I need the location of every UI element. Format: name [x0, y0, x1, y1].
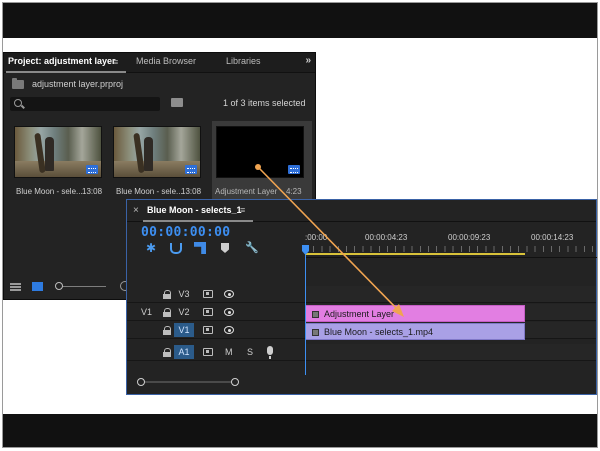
solo-button[interactable]: S: [247, 347, 253, 357]
list-view-icon[interactable]: [10, 283, 21, 291]
sequence-tab-title[interactable]: Blue Moon - selects_1: [147, 205, 242, 215]
sync-lock-icon[interactable]: [203, 290, 213, 298]
scroll-handle-left[interactable]: [137, 378, 145, 386]
ruler-ticks: [305, 246, 597, 252]
fx-badge-icon: [312, 329, 319, 336]
clip-label: Blue Moon - selects_1.mp4: [324, 327, 434, 337]
tab-libraries[interactable]: Libraries: [226, 56, 261, 66]
adjustment-layer-thumbnail[interactable]: [216, 126, 304, 178]
tab-project[interactable]: Project: adjustment layer: [8, 56, 116, 66]
new-bin-icon[interactable]: [171, 98, 183, 107]
video-badge-icon: [185, 165, 197, 174]
snap-icon[interactable]: [169, 242, 182, 254]
track-target-v1[interactable]: V1: [174, 323, 194, 337]
top-letterbox-bar: [2, 2, 598, 38]
ruler-label: 00:00:14:23: [531, 233, 574, 242]
ruler-label: 00:00:09:23: [448, 233, 491, 242]
tab-media-browser[interactable]: Media Browser: [136, 56, 196, 66]
adjustment-layer-clip[interactable]: Adjustment Layer: [305, 305, 525, 322]
close-icon[interactable]: ×: [133, 205, 139, 216]
project-tab-bar: Project: adjustment layer ≡ Media Browse…: [4, 53, 315, 73]
track-target-v2[interactable]: V2: [174, 305, 194, 319]
lock-icon[interactable]: [163, 326, 171, 335]
nest-sequence-icon[interactable]: ✱: [145, 242, 157, 254]
search-input[interactable]: [10, 97, 160, 111]
playhead-timecode[interactable]: 00:00:00:00: [141, 225, 230, 240]
lock-icon[interactable]: [163, 290, 171, 299]
item-duration: 13:08: [82, 187, 103, 196]
scroll-track: [141, 381, 237, 383]
eye-icon[interactable]: [224, 308, 234, 316]
fx-badge-icon: [312, 311, 319, 318]
sync-lock-icon[interactable]: [203, 308, 213, 316]
item-name: Blue Moon - sele...: [16, 187, 83, 196]
source-patch[interactable]: V1: [141, 307, 152, 317]
playhead-line: [305, 255, 306, 375]
items-selected-count: 1 of 3 items selected: [223, 98, 306, 108]
eye-icon[interactable]: [224, 290, 234, 298]
video-clip[interactable]: Blue Moon - selects_1.mp4: [305, 323, 525, 340]
search-icon: [14, 99, 22, 107]
timeline-panel: × Blue Moon - selects_1 ≡ 00:00:00:00 ✱ …: [126, 199, 597, 395]
project-file-name: adjustment layer.prproj: [32, 79, 124, 89]
video-badge-icon: [86, 165, 98, 174]
ruler-label: :00:00: [305, 233, 328, 242]
item-duration: 4:23: [286, 187, 302, 196]
active-tab-indicator: [6, 71, 126, 73]
track-a1: A1 M S: [127, 344, 596, 361]
panel-menu-icon[interactable]: ≡: [240, 205, 245, 215]
timeline-scrollbar[interactable]: [137, 378, 239, 386]
ruler-label: 00:00:04:23: [365, 233, 408, 242]
clip-thumbnail[interactable]: [113, 126, 201, 178]
more-panels-icon[interactable]: »: [305, 55, 311, 66]
track-target-v3[interactable]: V3: [174, 287, 194, 301]
eye-icon[interactable]: [224, 326, 234, 334]
item-name: Blue Moon - sele...: [116, 187, 183, 196]
clip-label: Adjustment Layer: [324, 309, 395, 319]
video-badge-icon: [288, 165, 300, 174]
wrench-icon[interactable]: 🔧: [245, 242, 259, 254]
zoom-slider-knob[interactable]: [55, 282, 63, 290]
add-marker-icon[interactable]: [219, 242, 231, 254]
folder-icon: [12, 78, 24, 89]
active-tab-indicator: [143, 220, 253, 222]
work-area-bar[interactable]: [305, 253, 525, 255]
lock-icon[interactable]: [163, 348, 171, 357]
sync-lock-icon[interactable]: [203, 348, 213, 356]
lock-icon[interactable]: [163, 308, 171, 317]
bottom-letterbox-bar: [2, 414, 598, 448]
time-ruler[interactable]: :00:00 00:00:04:23 00:00:09:23 00:00:14:…: [305, 222, 597, 258]
scroll-handle-right[interactable]: [231, 378, 239, 386]
linked-selection-icon[interactable]: [194, 242, 206, 254]
zoom-slider[interactable]: [56, 286, 106, 287]
sync-lock-icon[interactable]: [203, 326, 213, 334]
item-duration: 13:08: [181, 187, 202, 196]
track-target-a1[interactable]: A1: [174, 345, 194, 359]
item-name: Adjustment Layer: [215, 187, 278, 196]
timeline-tab-bar: × Blue Moon - selects_1 ≡: [127, 200, 596, 222]
panel-menu-icon[interactable]: ≡: [113, 57, 118, 67]
mute-button[interactable]: M: [225, 347, 233, 357]
microphone-icon[interactable]: [267, 346, 273, 359]
clip-thumbnail[interactable]: [14, 126, 102, 178]
track-v3: V3: [127, 286, 596, 303]
icon-view-icon[interactable]: [32, 282, 43, 291]
